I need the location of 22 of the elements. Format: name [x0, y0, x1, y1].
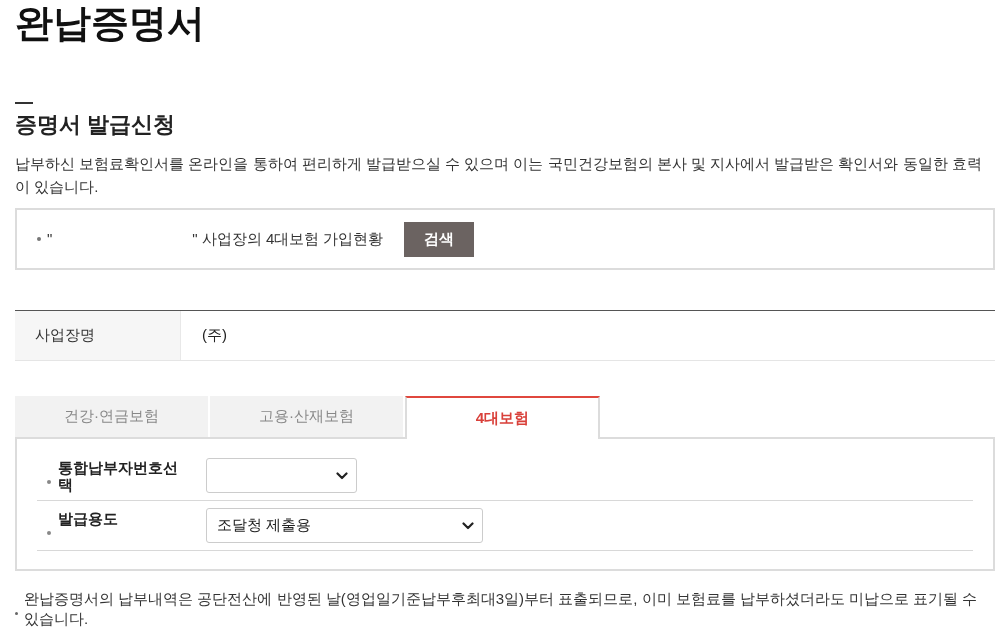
section-title: 증명서 발급신청 [15, 111, 176, 139]
bullet-icon [47, 479, 51, 484]
chevron-down-icon [336, 471, 348, 480]
tab[interactable]: 4대보험 [405, 396, 600, 439]
select-field[interactable]: 조달청 제출용 [206, 508, 483, 543]
bullet-icon [15, 612, 18, 615]
bullet-icon [47, 530, 51, 535]
table-cell-text: (주) [201, 325, 228, 346]
tab[interactable]: 건강·연금보험 [15, 396, 208, 437]
business-status-text: " 사업장의 4대보험 가입현황 [192, 228, 384, 249]
field-label: 발급용도 [58, 509, 119, 527]
notice-text: 완납증명서의 납부내역은 공단전산에 반영된 날(영업일기준납부후최대3일)부터 표출되므로, 이미 보험료를 납부하셨더라도 미납으로 표기될 수 있습니다. [24, 589, 979, 629]
field-label: 통합납부자번호선택 [58, 458, 179, 493]
select-field[interactable] [206, 458, 357, 493]
page-title: 완납증명서 [15, 1, 205, 46]
quote-mark: " [47, 228, 53, 249]
search-button[interactable]: 검색 [403, 221, 474, 257]
chevron-down-icon [462, 521, 474, 530]
section-description: 납부하신 보험료확인서를 온라인을 통하여 편리하게 발급받으실 수 있으며 이는 국민건강보험의 본사 및 지사에서 발급받은 확인서와 동일한 효력이 있습니다. [15, 154, 983, 197]
tab[interactable]: 고용·산재보험 [210, 396, 403, 437]
table-header-cell: 사업장명 [15, 311, 181, 360]
bullet-icon [37, 237, 41, 241]
